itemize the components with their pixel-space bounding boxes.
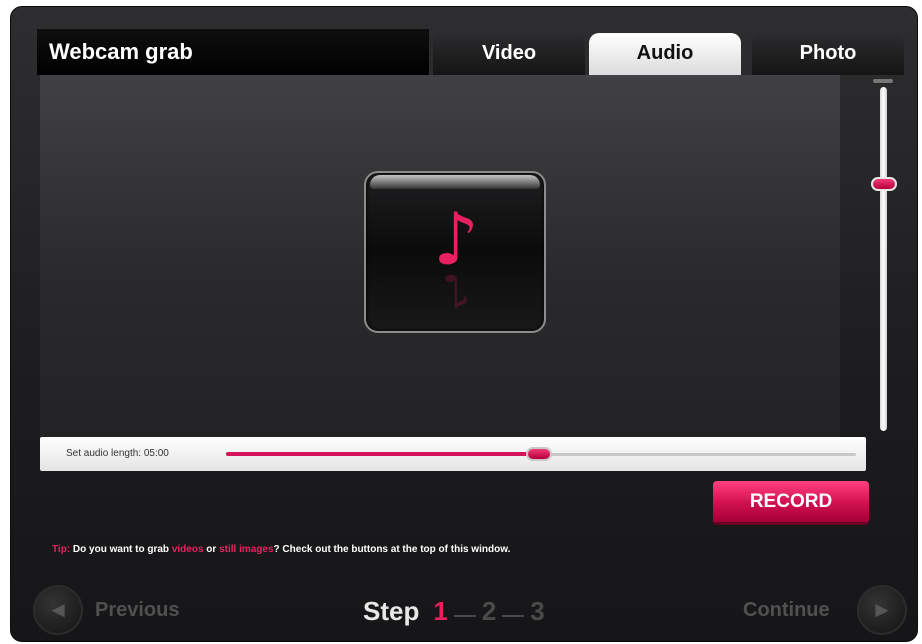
step-2: 2 bbox=[481, 596, 497, 626]
tip-prefix: Tip: bbox=[52, 544, 71, 555]
previous-button[interactable]: ◄ Previous bbox=[33, 585, 203, 635]
continue-label: Continue bbox=[743, 599, 830, 621]
tab-photo[interactable]: Photo bbox=[752, 33, 904, 75]
arrow-right-icon: ► bbox=[857, 585, 907, 635]
volume-slider-track[interactable] bbox=[880, 87, 887, 431]
step-divider bbox=[502, 614, 525, 617]
step-divider bbox=[453, 614, 476, 617]
tip-part-1: Do you want to grab bbox=[70, 544, 172, 555]
audio-length-label: Set audio length: 05:00 bbox=[66, 448, 169, 459]
previous-label: Previous bbox=[95, 599, 180, 621]
audio-length-fill bbox=[226, 452, 538, 456]
tab-video[interactable]: Video bbox=[433, 33, 585, 75]
still-images-link[interactable]: still images bbox=[219, 544, 273, 555]
step-indicator: Step 1 2 3 bbox=[363, 591, 545, 631]
music-note-icon: ♪ bbox=[433, 197, 479, 281]
tab-audio[interactable]: Audio bbox=[589, 33, 741, 75]
gloss-highlight bbox=[370, 175, 540, 189]
top-bar: Webcam grab Video Audio Photo bbox=[37, 29, 904, 75]
record-button[interactable]: RECORD bbox=[713, 481, 869, 525]
arrow-left-icon: ◄ bbox=[33, 585, 83, 635]
videos-link[interactable]: videos bbox=[172, 544, 204, 555]
webcam-grab-window: Webcam grab Video Audio Photo ♪ ♪ Set au… bbox=[10, 6, 918, 642]
tip-part-3: ? Check out the buttons at the top of th… bbox=[273, 544, 511, 555]
music-note-reflection: ♪ bbox=[441, 271, 471, 311]
audio-stage: ♪ ♪ bbox=[40, 75, 840, 437]
continue-button[interactable]: Continue ► bbox=[739, 585, 907, 635]
volume-slider-handle[interactable] bbox=[871, 177, 897, 191]
audio-preview-box: ♪ ♪ bbox=[364, 171, 546, 333]
tip-text: Tip: Do you want to grab videos or still… bbox=[52, 544, 510, 555]
audio-length-handle[interactable] bbox=[526, 447, 552, 461]
step-word: Step bbox=[363, 596, 420, 626]
volume-max-tick bbox=[873, 79, 893, 83]
tip-part-2: or bbox=[203, 544, 220, 555]
audio-length-bar: Set audio length: 05:00 bbox=[40, 437, 866, 471]
step-1: 1 bbox=[433, 596, 448, 626]
step-3: 3 bbox=[530, 596, 545, 626]
app-title: Webcam grab bbox=[37, 29, 429, 75]
